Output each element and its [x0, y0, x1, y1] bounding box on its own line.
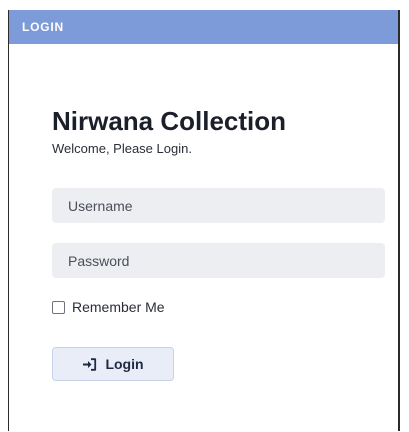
- remember-me-row[interactable]: Remember Me: [52, 299, 385, 315]
- username-input[interactable]: [52, 188, 385, 223]
- login-button-label: Login: [105, 356, 144, 372]
- title-bar: LOGIN: [9, 10, 398, 44]
- sign-in-icon: [83, 357, 97, 371]
- password-input[interactable]: [52, 243, 385, 278]
- brand-title: Nirwana Collection: [52, 106, 287, 136]
- remember-me-checkbox[interactable]: [52, 300, 65, 314]
- remember-me-label: Remember Me: [72, 299, 165, 315]
- welcome-text: Welcome, Please Login.: [52, 141, 192, 156]
- login-button[interactable]: Login: [52, 347, 174, 381]
- login-window: LOGIN Nirwana Collection Welcome, Please…: [8, 10, 400, 431]
- window-title: LOGIN: [22, 20, 64, 34]
- login-form: Nirwana Collection Welcome, Please Login…: [52, 105, 385, 381]
